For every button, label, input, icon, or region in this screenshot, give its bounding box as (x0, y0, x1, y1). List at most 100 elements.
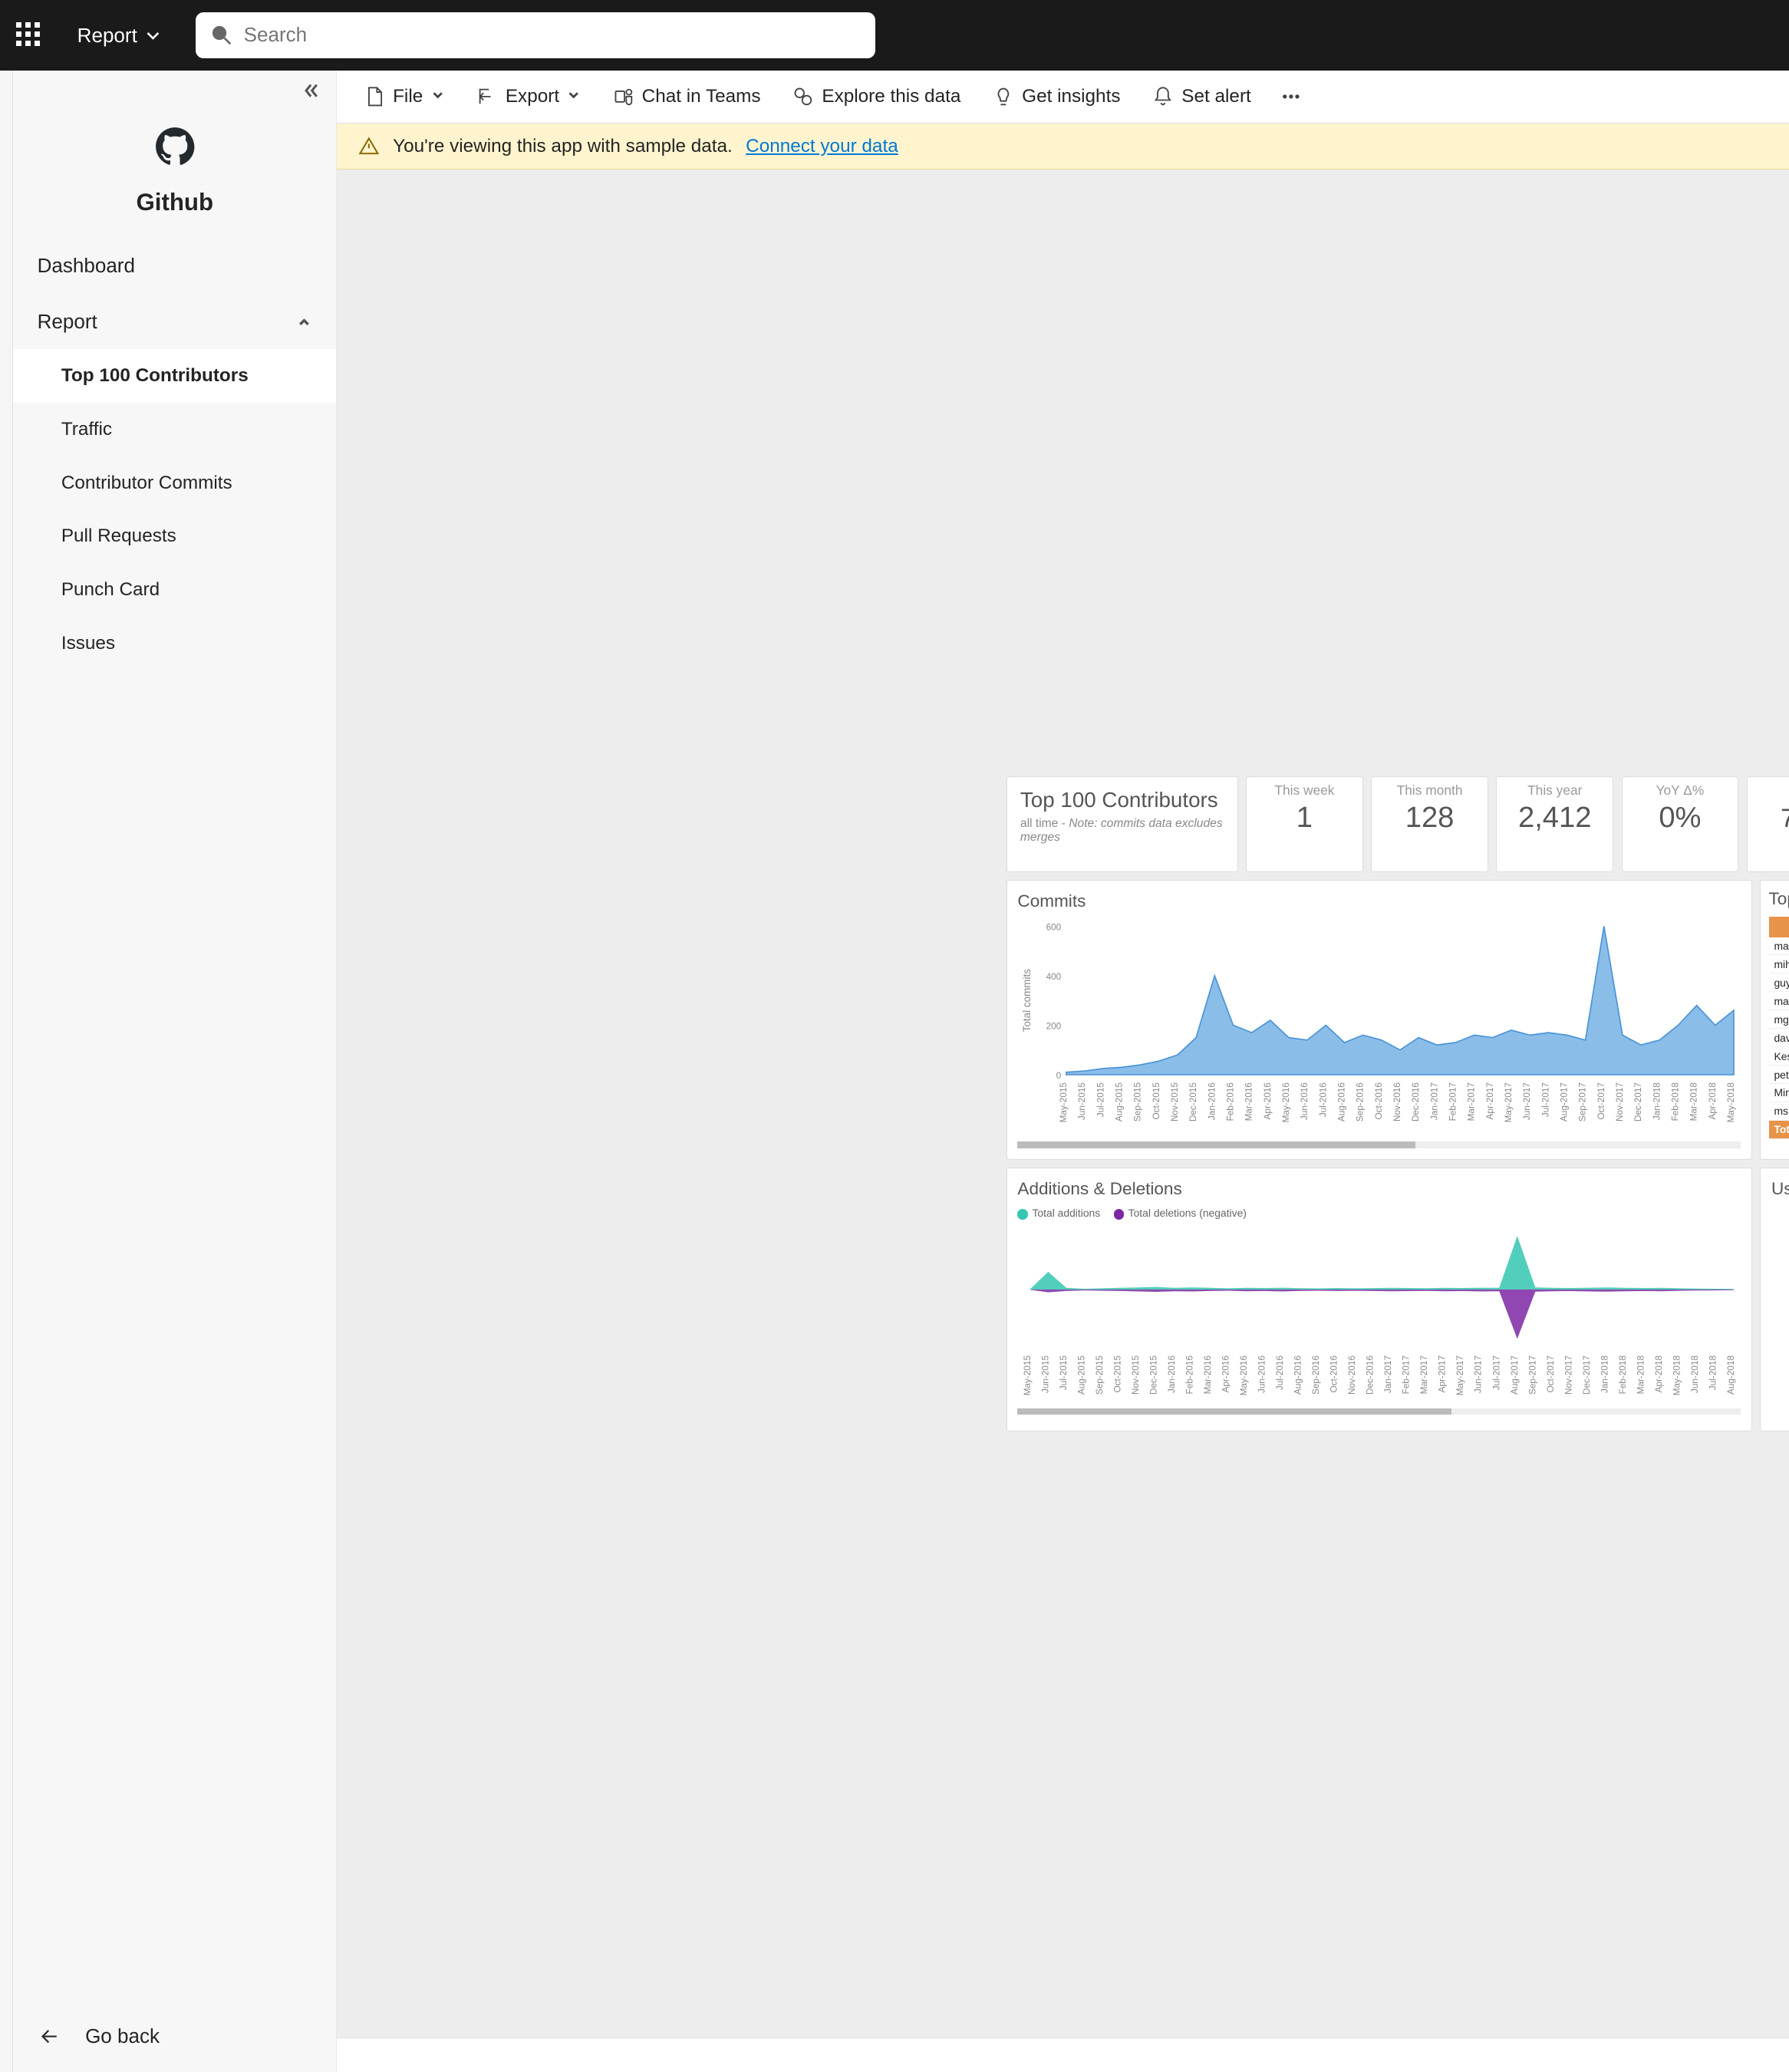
kpi-this-year[interactable]: This year2,412 (1496, 776, 1613, 872)
chat-teams-button[interactable]: Chat in Teams (599, 78, 774, 116)
connect-data-link[interactable]: Connect your data (746, 136, 898, 157)
global-search[interactable] (196, 12, 875, 58)
kpi-yoy[interactable]: YoY Δ%0% (1622, 776, 1739, 872)
svg-text:Dec-2016: Dec-2016 (1412, 1082, 1422, 1121)
svg-text:Jun-2018: Jun-2018 (1690, 1355, 1700, 1393)
svg-text:Jun-2016: Jun-2016 (1257, 1355, 1267, 1393)
svg-text:Oct-2017: Oct-2017 (1596, 1082, 1606, 1119)
app-name: Github (13, 189, 336, 216)
svg-text:Jan-2016: Jan-2016 (1207, 1082, 1217, 1120)
svg-text:Sep-2016: Sep-2016 (1356, 1082, 1366, 1121)
report-toolbar: File Export Chat in Teams Explore this d… (337, 71, 1789, 124)
svg-text:Sep-2017: Sep-2017 (1578, 1082, 1588, 1122)
sidebar-sub-issues[interactable]: Issues (13, 617, 336, 670)
svg-text:Dec-2015: Dec-2015 (1149, 1355, 1159, 1394)
sidebar-item-report[interactable]: Report (13, 294, 336, 350)
additions-deletions-card[interactable]: Additions & Deletions Total additions To… (1007, 1168, 1752, 1431)
sidebar-sub-top-contributors[interactable]: Top 100 Contributors (13, 349, 336, 403)
svg-text:Feb-2017: Feb-2017 (1448, 1082, 1458, 1121)
set-alert-button[interactable]: Set alert (1139, 78, 1264, 116)
export-menu[interactable]: Export (463, 78, 594, 116)
svg-text:Jun-2015: Jun-2015 (1041, 1355, 1051, 1393)
teams-icon (613, 86, 634, 107)
svg-text:May-2015: May-2015 (1023, 1355, 1033, 1395)
svg-text:Mar-2018: Mar-2018 (1636, 1355, 1646, 1394)
svg-text:Aug-2017: Aug-2017 (1510, 1356, 1520, 1395)
svg-text:Apr-2017: Apr-2017 (1438, 1356, 1448, 1392)
chevron-down-icon (145, 28, 161, 44)
explore-data-button[interactable]: Explore this data (779, 78, 974, 116)
sidebar-sub-punch-card[interactable]: Punch Card (13, 563, 336, 617)
svg-text:Jul-2015: Jul-2015 (1059, 1355, 1069, 1390)
more-options-button[interactable] (1270, 78, 1313, 116)
svg-text:Nov-2016: Nov-2016 (1392, 1082, 1402, 1121)
go-back-button[interactable]: Go back (13, 2000, 336, 2072)
svg-text:Jul-2016: Jul-2016 (1319, 1082, 1329, 1117)
commits-area-chart: 0200400600Total commitsMay-2015Jun-2015J… (1017, 920, 1740, 1139)
svg-text:Nov-2015: Nov-2015 (1131, 1355, 1141, 1394)
svg-text:Sep-2015: Sep-2015 (1095, 1355, 1105, 1394)
kpi-this-month[interactable]: This month128 (1371, 776, 1488, 872)
kpi-this-week[interactable]: This week1 (1246, 776, 1363, 872)
svg-text:Sep-2015: Sep-2015 (1133, 1082, 1143, 1121)
file-icon (364, 86, 385, 107)
svg-text:May-2017: May-2017 (1504, 1082, 1514, 1122)
svg-text:Dec-2016: Dec-2016 (1366, 1355, 1376, 1394)
svg-text:200: 200 (1046, 1021, 1062, 1031)
svg-text:Oct-2016: Oct-2016 (1374, 1082, 1384, 1119)
svg-text:Aug-2018: Aug-2018 (1726, 1355, 1736, 1394)
svg-text:May-2017: May-2017 (1456, 1356, 1466, 1395)
svg-text:Aug-2017: Aug-2017 (1560, 1082, 1570, 1122)
chart-scroll[interactable] (1017, 1141, 1740, 1148)
svg-text:Jan-2018: Jan-2018 (1652, 1082, 1662, 1120)
users-donut-chart: maggiesMSFTmihartguyinacubemarkingmyname… (1771, 1207, 1789, 1420)
svg-text:Aug-2016: Aug-2016 (1337, 1082, 1347, 1121)
svg-text:May-2016: May-2016 (1281, 1082, 1291, 1122)
svg-text:Mar-2017: Mar-2017 (1420, 1356, 1430, 1394)
sidebar-sub-contributor-commits[interactable]: Contributor Commits (13, 456, 336, 510)
sidebar-sub-traffic[interactable]: Traffic (13, 403, 336, 456)
svg-text:Dec-2015: Dec-2015 (1189, 1082, 1199, 1121)
svg-text:Apr-2018: Apr-2018 (1654, 1355, 1664, 1392)
explore-icon (792, 86, 814, 107)
svg-text:Dec-2017: Dec-2017 (1582, 1356, 1592, 1395)
area-dropdown[interactable]: Report (64, 15, 174, 55)
sidebar-sub-pull-requests[interactable]: Pull Requests (13, 509, 336, 563)
svg-text:0: 0 (1056, 1071, 1062, 1081)
contributors-table-card[interactable]: Top 100 Contributors userTotal commitsTo… (1760, 880, 1789, 1159)
sidebar-item-dashboard[interactable]: Dashboard (13, 238, 336, 294)
svg-text:Jul-2016: Jul-2016 (1276, 1355, 1286, 1390)
ellipsis-icon (1280, 86, 1302, 107)
svg-text:Nov-2015: Nov-2015 (1170, 1082, 1180, 1121)
report-canvas-area[interactable]: Top 100 Contributors all time - Note: co… (337, 170, 1789, 2037)
app-launcher-icon[interactable] (16, 22, 43, 49)
content: File Export Chat in Teams Explore this d… (337, 71, 1789, 2072)
svg-text:Jul-2018: Jul-2018 (1708, 1355, 1718, 1390)
file-menu[interactable]: File (351, 78, 458, 116)
chart-scroll[interactable] (1017, 1408, 1740, 1415)
get-insights-button[interactable]: Get insights (980, 78, 1134, 116)
collapse-sidebar-button[interactable] (13, 71, 336, 116)
svg-text:Feb-2018: Feb-2018 (1618, 1355, 1628, 1394)
svg-text:600: 600 (1046, 922, 1062, 932)
svg-text:May-2018: May-2018 (1672, 1355, 1682, 1395)
svg-text:Aug-2015: Aug-2015 (1115, 1082, 1125, 1121)
svg-text:Oct-2015: Oct-2015 (1151, 1082, 1161, 1119)
svg-text:Oct-2017: Oct-2017 (1546, 1356, 1556, 1392)
chevron-down-icon (567, 89, 580, 102)
export-icon (476, 86, 498, 107)
svg-text:Total commits: Total commits (1021, 968, 1033, 1032)
svg-text:Jan-2017: Jan-2017 (1384, 1356, 1394, 1393)
svg-text:Jun-2016: Jun-2016 (1300, 1082, 1310, 1120)
kpi-row: Top 100 Contributors all time - Note: co… (1007, 776, 1789, 872)
svg-text:Mar-2018: Mar-2018 (1689, 1082, 1699, 1121)
svg-text:Nov-2017: Nov-2017 (1615, 1082, 1625, 1122)
chevron-double-left-icon (301, 81, 320, 100)
page-title-card: Top 100 Contributors all time - Note: co… (1007, 776, 1238, 872)
users-donut-card[interactable]: Users with > 2.5% of total commits maggi… (1760, 1168, 1789, 1431)
refresh-time-card[interactable]: Refresh time7/21/2020 (1747, 776, 1789, 872)
commits-chart-card[interactable]: Commits 0200400600Total commitsMay-2015J… (1007, 880, 1752, 1159)
bell-icon (1152, 86, 1174, 107)
search-input[interactable] (244, 23, 862, 47)
status-bar: - + 62% (337, 2037, 1789, 2072)
